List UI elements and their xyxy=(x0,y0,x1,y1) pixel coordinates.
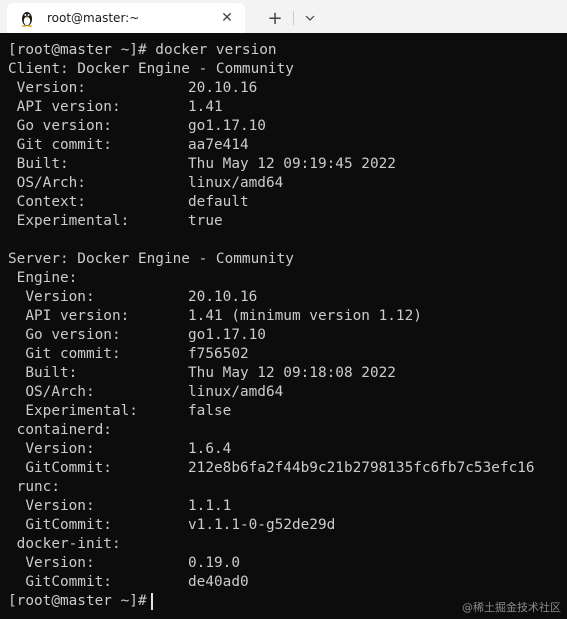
line-text: GitCommit: xyxy=(8,460,112,476)
tab-bar: root@master:~ ✕ + xyxy=(0,0,567,33)
terminal-line: Built: Thu May 12 09:18:08 2022 xyxy=(8,364,396,383)
terminal-line: docker-init: xyxy=(8,535,294,554)
linux-tux-icon xyxy=(15,6,39,30)
line-value: 212e8b6fa2f44b9c21b2798135fc6fb7c53efc16 xyxy=(188,460,535,476)
line-text: Version: xyxy=(8,555,95,571)
line-value: Thu May 12 09:18:08 2022 xyxy=(188,365,396,381)
terminal-line: Version: 1.1.1 xyxy=(8,497,294,516)
terminal-line: Client: Docker Engine - Community xyxy=(8,60,294,79)
new-tab-button[interactable]: + xyxy=(262,6,288,30)
tab-title: root@master:~ xyxy=(47,11,140,25)
line-value: 20.10.16 xyxy=(188,80,258,96)
tab-divider xyxy=(293,11,294,25)
terminal-line: OS/Arch: linux/amd64 xyxy=(8,383,294,402)
line-text: GitCommit: xyxy=(8,517,112,533)
close-tab-icon[interactable]: ✕ xyxy=(215,6,239,30)
line-text: GitCommit: xyxy=(8,574,112,590)
terminal-line: Context: default xyxy=(8,193,294,212)
terminal-line: Version: 20.10.16 xyxy=(8,288,294,307)
line-text: OS/Arch: xyxy=(8,175,86,191)
line-value: aa7e414 xyxy=(188,137,249,153)
line-value: 1.41 (minimum version 1.12) xyxy=(188,308,422,324)
terminal-line: Experimental: true xyxy=(8,212,294,231)
terminal-pane[interactable]: [root@master ~]# docker version Client: D… xyxy=(0,33,567,619)
prompt-line[interactable]: [root@master ~]# xyxy=(8,592,294,611)
terminal-line: runc: xyxy=(8,478,294,497)
line-text: containerd: xyxy=(8,422,112,438)
line-text: Version: xyxy=(8,441,95,457)
line-text: Built: xyxy=(8,365,78,381)
line-value: 1.6.4 xyxy=(188,441,232,457)
line-text: Git commit: xyxy=(8,346,121,362)
line-value: de40ad0 xyxy=(188,574,249,590)
line-value: linux/amd64 xyxy=(188,384,284,400)
chevron-down-icon[interactable] xyxy=(298,6,322,30)
line-text: Version: xyxy=(8,289,95,305)
terminal-line: API version: 1.41 (minimum version 1.12) xyxy=(8,307,422,326)
line-value: linux/amd64 xyxy=(188,175,284,191)
line-value: go1.17.10 xyxy=(188,118,266,134)
line-text: Version: xyxy=(8,80,86,96)
line-value: true xyxy=(188,213,223,229)
terminal-line: GitCommit: de40ad0 xyxy=(8,573,294,592)
line-value: 0.19.0 xyxy=(188,555,240,571)
terminal-tab[interactable]: root@master:~ ✕ xyxy=(7,3,245,33)
line-text: Go version: xyxy=(8,327,121,343)
terminal-line: API version: 1.41 xyxy=(8,98,294,117)
line-value: v1.1.1-0-g52de29d xyxy=(188,517,336,533)
terminal-line: [root@master ~]# docker version xyxy=(8,41,294,60)
text-cursor xyxy=(150,593,153,610)
line-text: Git commit: xyxy=(8,137,112,153)
line-value: f756502 xyxy=(188,346,249,362)
terminal-line: Go version: go1.17.10 xyxy=(8,326,294,345)
terminal-line: Version: 1.6.4 xyxy=(8,440,294,459)
line-value: go1.17.10 xyxy=(188,327,266,343)
line-value: false xyxy=(188,403,232,419)
line-text: [root@master ~]# docker version xyxy=(8,42,277,58)
line-text: Experimental: xyxy=(8,213,130,229)
line-value: 20.10.16 xyxy=(188,289,258,305)
line-value: Thu May 12 09:19:45 2022 xyxy=(188,156,396,172)
line-text: API version: xyxy=(8,99,121,115)
terminal-line: Experimental: false xyxy=(8,402,294,421)
terminal-line: Git commit: f756502 xyxy=(8,345,294,364)
terminal-line: Built: Thu May 12 09:19:45 2022 xyxy=(8,155,396,174)
terminal-line: Git commit: aa7e414 xyxy=(8,136,294,155)
terminal-line: Server: Docker Engine - Community xyxy=(8,250,294,269)
terminal-line: GitCommit: v1.1.1-0-g52de29d xyxy=(8,516,335,535)
shell-prompt: [root@master ~]# xyxy=(8,593,147,609)
terminal-line: Go version: go1.17.10 xyxy=(8,117,294,136)
terminal-line: Version: 20.10.16 xyxy=(8,79,294,98)
line-value: 1.41 xyxy=(188,99,223,115)
line-text: docker-init: xyxy=(8,536,121,552)
terminal-line: GitCommit: 212e8b6fa2f44b9c21b2798135fc6f… xyxy=(8,459,534,478)
line-value: 1.1.1 xyxy=(188,498,232,514)
line-text: runc: xyxy=(8,479,60,495)
watermark: @稀土掘金技术社区 xyxy=(462,601,561,614)
line-value: default xyxy=(188,194,249,210)
line-text: Built: xyxy=(8,156,69,172)
terminal-output: [root@master ~]# docker version Client: D… xyxy=(8,41,535,611)
line-text: Client: Docker Engine - Community xyxy=(8,61,294,77)
line-text: Engine: xyxy=(8,270,78,286)
line-text: Experimental: xyxy=(8,403,138,419)
terminal-line: containerd: xyxy=(8,421,294,440)
line-text: OS/Arch: xyxy=(8,384,95,400)
terminal-line: OS/Arch: linux/amd64 xyxy=(8,174,294,193)
terminal-line: Version: 0.19.0 xyxy=(8,554,294,573)
line-text: Version: xyxy=(8,498,95,514)
line-text: Go version: xyxy=(8,118,112,134)
line-text: API version: xyxy=(8,308,130,324)
line-text: Server: Docker Engine - Community xyxy=(8,251,294,267)
terminal-line: Engine: xyxy=(8,269,294,288)
line-text: Context: xyxy=(8,194,86,210)
